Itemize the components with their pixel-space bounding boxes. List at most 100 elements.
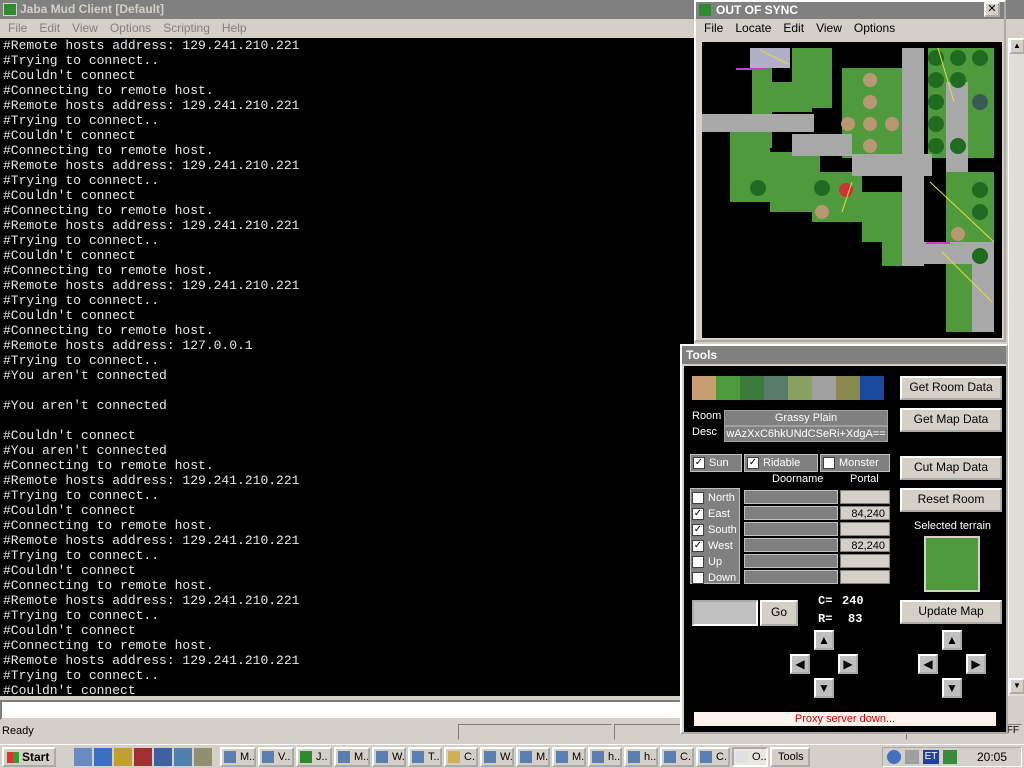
pad2-right-arrow-icon[interactable]: ▶ <box>966 654 986 674</box>
scroll-up-icon[interactable]: ▲ <box>1009 38 1024 54</box>
quicklaunch-ie-icon[interactable] <box>94 747 112 766</box>
task-button[interactable]: M.. <box>552 746 586 767</box>
reset-room-button[interactable]: Reset Room <box>900 488 1002 512</box>
cut-map-data-button[interactable]: Cut Map Data <box>900 456 1002 480</box>
up-checkbox[interactable] <box>692 556 704 568</box>
terrain-mountain-icon[interactable] <box>812 376 836 400</box>
menu-edit[interactable]: Edit <box>33 21 66 38</box>
terrain-palette[interactable] <box>692 376 884 400</box>
task-button[interactable]: W.. <box>372 746 406 767</box>
scroll-down-icon[interactable]: ▼ <box>1009 678 1024 694</box>
terrain-sand-icon[interactable] <box>692 376 716 400</box>
map-tiles[interactable] <box>702 42 1002 338</box>
pad1-left-arrow-icon[interactable]: ◀ <box>790 654 810 674</box>
west-doorname-field[interactable] <box>744 538 838 552</box>
task-button[interactable]: W.. <box>480 746 514 767</box>
down-checkbox[interactable] <box>692 572 704 584</box>
east-checkbox[interactable]: ✓ <box>692 508 704 520</box>
up-doorname-field[interactable] <box>744 554 838 568</box>
map-menu-file[interactable]: File <box>698 21 729 38</box>
menu-file[interactable]: File <box>2 21 33 38</box>
map-menu-options[interactable]: Options <box>848 21 901 38</box>
room-name-field[interactable]: Grassy Plain <box>724 410 888 426</box>
map-menu-locate[interactable]: Locate <box>729 21 777 38</box>
map-menu-view[interactable]: View <box>810 21 848 38</box>
monster-checkbox-row[interactable]: Monster <box>820 454 890 472</box>
east-doorname-field[interactable] <box>744 506 838 520</box>
task-button[interactable]: h.. <box>624 746 658 767</box>
map-close-button[interactable]: ✕ <box>984 2 1000 17</box>
quicklaunch-app-icon[interactable] <box>174 747 192 766</box>
language-indicator[interactable]: ET <box>923 750 939 764</box>
terrain-cave-icon[interactable] <box>836 376 860 400</box>
pad2-left-arrow-icon[interactable]: ◀ <box>918 654 938 674</box>
task-button[interactable]: M.. <box>516 746 550 767</box>
task-button[interactable]: T.. <box>408 746 442 767</box>
north-checkbox[interactable] <box>692 492 704 504</box>
ridable-checkbox[interactable]: ✓ <box>747 457 759 469</box>
menu-options[interactable]: Options <box>104 21 157 38</box>
task-button[interactable]: C.. <box>696 746 730 767</box>
menu-help[interactable]: Help <box>216 21 253 38</box>
terrain-forest-icon[interactable] <box>740 376 764 400</box>
task-button-active[interactable]: O.. <box>732 746 768 767</box>
task-button[interactable]: V.. <box>258 746 294 767</box>
network-icon[interactable] <box>887 750 901 764</box>
task-button[interactable]: M.. <box>220 746 256 767</box>
quicklaunch-app-icon[interactable] <box>114 747 132 766</box>
pad1-down-arrow-icon[interactable]: ▼ <box>814 678 834 698</box>
south-doorname-field[interactable] <box>744 522 838 536</box>
pad1-up-arrow-icon[interactable]: ▲ <box>814 630 834 650</box>
get-room-data-button[interactable]: Get Room Data <box>900 376 1002 400</box>
monster-checkbox[interactable] <box>823 457 835 469</box>
task-button[interactable]: h.. <box>588 746 622 767</box>
pad2-down-arrow-icon[interactable]: ▼ <box>942 678 962 698</box>
quicklaunch-app-icon[interactable] <box>154 747 172 766</box>
terrain-swamp-icon[interactable] <box>764 376 788 400</box>
north-doorname-field[interactable] <box>744 490 838 504</box>
status-right-text: FF <box>1006 725 1019 736</box>
quicklaunch-desktop-icon[interactable] <box>74 747 92 766</box>
terrain-hill-icon[interactable] <box>788 376 812 400</box>
volume-icon[interactable] <box>905 750 919 764</box>
west-portal-field[interactable]: 82,240 <box>840 538 890 552</box>
terrain-grass-icon[interactable] <box>716 376 740 400</box>
ridable-checkbox-row[interactable]: ✓ Ridable <box>744 454 818 472</box>
down-portal-field[interactable] <box>840 570 890 584</box>
north-portal-field[interactable] <box>840 490 890 504</box>
quicklaunch-app-icon[interactable] <box>194 747 212 766</box>
console-scrollbar[interactable]: ▲ ▼ <box>1008 38 1024 696</box>
task-button-tools[interactable]: Tools <box>770 746 810 767</box>
terrain-water-icon[interactable] <box>860 376 884 400</box>
get-map-data-button[interactable]: Get Map Data <box>900 408 1002 432</box>
menu-scripting[interactable]: Scripting <box>157 21 216 38</box>
update-map-button[interactable]: Update Map <box>900 600 1002 624</box>
south-portal-field[interactable] <box>840 522 890 536</box>
up-portal-field[interactable] <box>840 554 890 568</box>
pad1-right-arrow-icon[interactable]: ▶ <box>838 654 858 674</box>
task-button[interactable]: M.. <box>334 746 370 767</box>
menu-view[interactable]: View <box>66 21 104 38</box>
desc-field[interactable]: wAzXxC6hkUNdCSeRi+XdgA== <box>724 426 888 442</box>
quicklaunch-app-icon[interactable] <box>134 747 152 766</box>
map-canvas[interactable] <box>702 42 1002 338</box>
west-checkbox[interactable]: ✓ <box>692 540 704 552</box>
pad2-up-arrow-icon[interactable]: ▲ <box>942 630 962 650</box>
task-button[interactable]: C.. <box>660 746 694 767</box>
start-button[interactable]: Start <box>2 746 56 767</box>
south-checkbox[interactable]: ✓ <box>692 524 704 536</box>
map-menu-edit[interactable]: Edit <box>777 21 810 38</box>
task-button[interactable]: J.. <box>296 746 332 767</box>
command-input[interactable] <box>0 700 682 720</box>
sun-checkbox[interactable]: ✓ <box>693 457 705 469</box>
system-tray: ET 20:05 <box>882 747 1022 767</box>
go-input[interactable] <box>692 600 758 626</box>
clock[interactable]: 20:05 <box>977 750 1007 764</box>
sun-checkbox-row[interactable]: ✓ Sun <box>690 454 742 472</box>
console-output[interactable]: #Remote hosts address: 129.241.210.221 #T… <box>0 38 694 696</box>
go-button[interactable]: Go <box>760 600 798 626</box>
down-doorname-field[interactable] <box>744 570 838 584</box>
east-portal-field[interactable]: 84,240 <box>840 506 890 520</box>
tray-app-icon[interactable] <box>943 750 957 764</box>
task-button[interactable]: C.. <box>444 746 478 767</box>
